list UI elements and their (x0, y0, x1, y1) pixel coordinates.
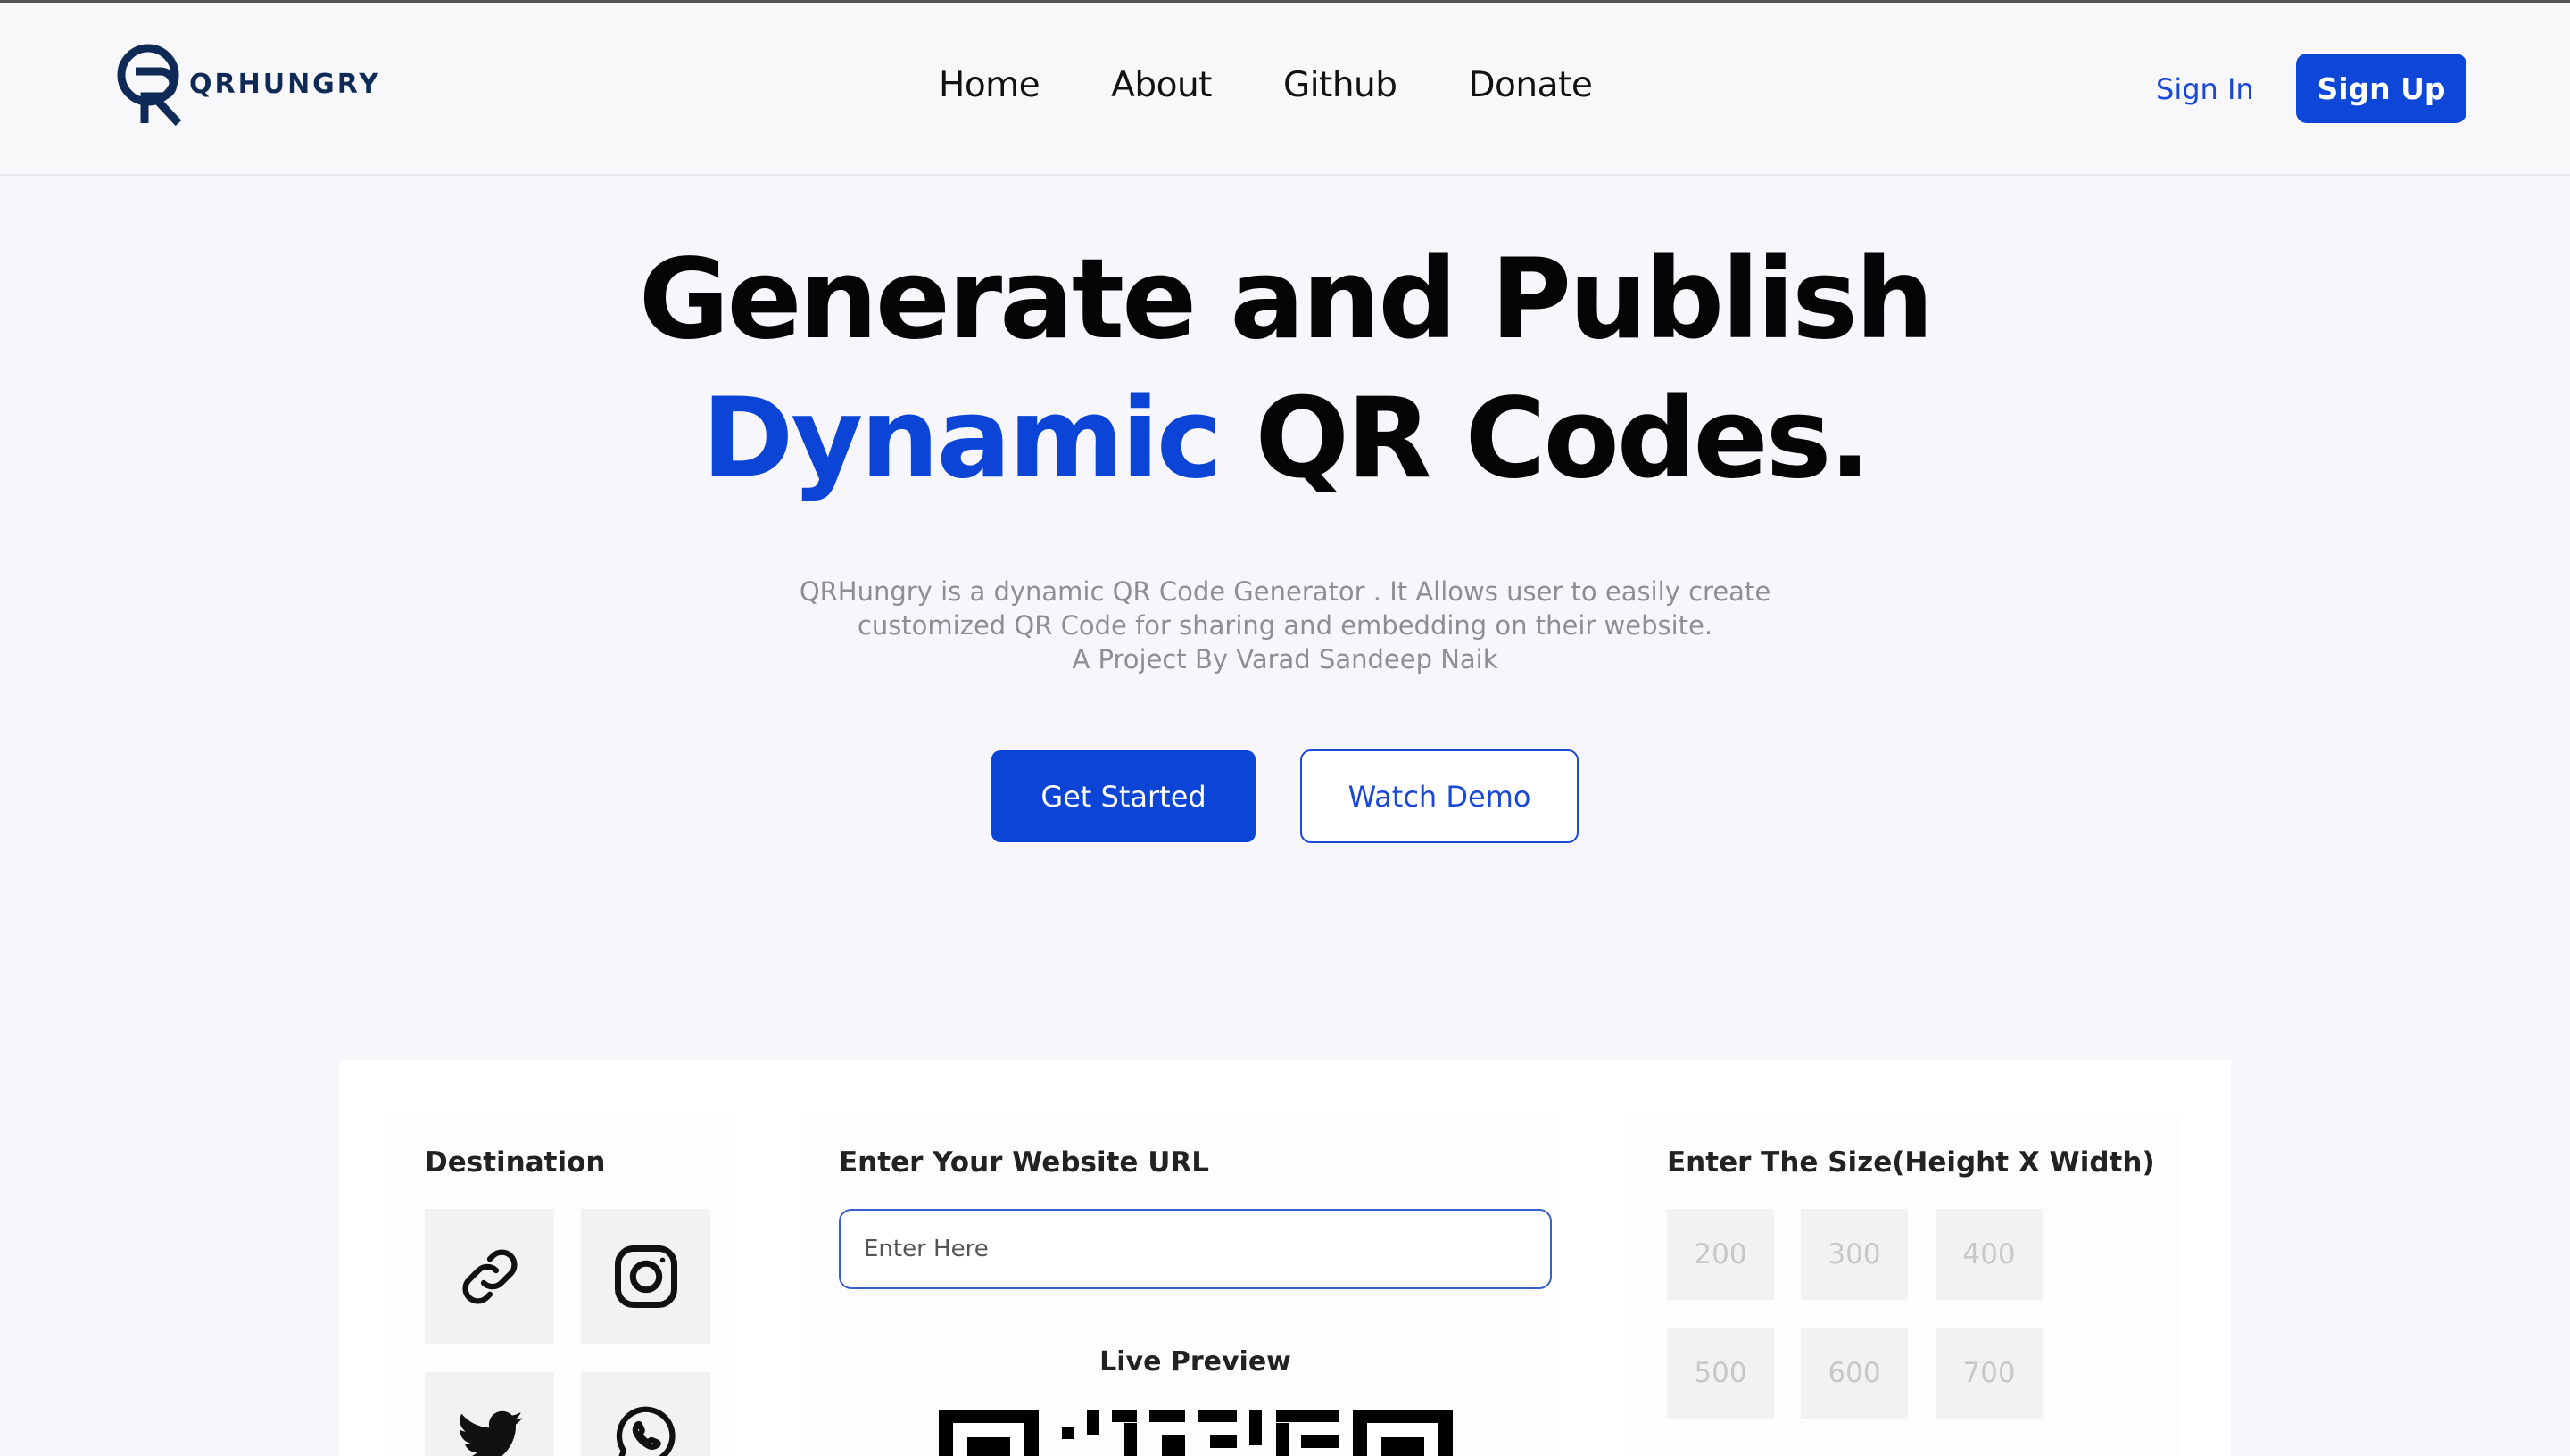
navbar: QRHUNGRY Home About Github Donate Sign I… (0, 3, 2570, 176)
size-option-200[interactable]: 200 (1667, 1209, 1774, 1300)
main-nav: Home About Github Donate (939, 65, 1663, 105)
hero-desc-line1: QRHungry is a dynamic QR Code Generator … (799, 576, 1771, 607)
nav-donate[interactable]: Donate (1469, 65, 1593, 105)
size-title: Enter The Size(Height X Width) (1667, 1146, 2155, 1179)
link-icon (461, 1249, 518, 1304)
url-title: Enter Your Website URL (839, 1146, 1210, 1179)
size-option-700[interactable]: 700 (1936, 1328, 2043, 1419)
sign-up-button[interactable]: Sign Up (2296, 54, 2466, 123)
nav-about[interactable]: About (1111, 65, 1212, 105)
nav-home[interactable]: Home (939, 65, 1040, 105)
twitter-icon (459, 1410, 523, 1456)
size-option-600[interactable]: 600 (1801, 1328, 1908, 1419)
brand-name: QRHUNGRY (189, 68, 381, 100)
destination-whatsapp[interactable] (581, 1372, 710, 1456)
destination-twitter[interactable] (425, 1372, 554, 1456)
whatsapp-icon (616, 1406, 676, 1456)
qr-code-preview (937, 1405, 1455, 1456)
size-option-400[interactable]: 400 (1936, 1209, 2043, 1300)
hero-title: Generate and Publish Dynamic QR Codes. (0, 230, 2570, 509)
instagram-icon (614, 1245, 677, 1308)
hero-title-rest: QR Codes. (1219, 375, 1871, 503)
nav-github[interactable]: Github (1283, 65, 1397, 105)
sign-in-link[interactable]: Sign In (2156, 72, 2254, 106)
destination-title: Destination (425, 1146, 606, 1179)
get-started-button[interactable]: Get Started (991, 750, 1256, 842)
hero-title-line1: Generate and Publish (638, 236, 1935, 364)
hero-description: QRHungry is a dynamic QR Code Generator … (0, 575, 2570, 676)
hero-desc-line2: customized QR Code for sharing and embed… (857, 610, 1713, 641)
destination-link[interactable] (425, 1209, 554, 1344)
size-option-300[interactable]: 300 (1801, 1209, 1908, 1300)
qr-code-image (939, 1410, 1453, 1456)
hero-desc-line3: A Project By Varad Sandeep Naik (1072, 644, 1498, 674)
live-preview-label: Live Preview (1099, 1346, 1291, 1377)
size-option-500[interactable]: 500 (1667, 1328, 1774, 1419)
website-url-input[interactable] (839, 1209, 1552, 1289)
qr-logo-icon (117, 44, 182, 127)
destination-instagram[interactable] (581, 1209, 710, 1344)
hero-title-accent: Dynamic (701, 375, 1222, 503)
logo[interactable]: QRHUNGRY (114, 40, 381, 128)
watch-demo-button[interactable]: Watch Demo (1300, 749, 1579, 843)
